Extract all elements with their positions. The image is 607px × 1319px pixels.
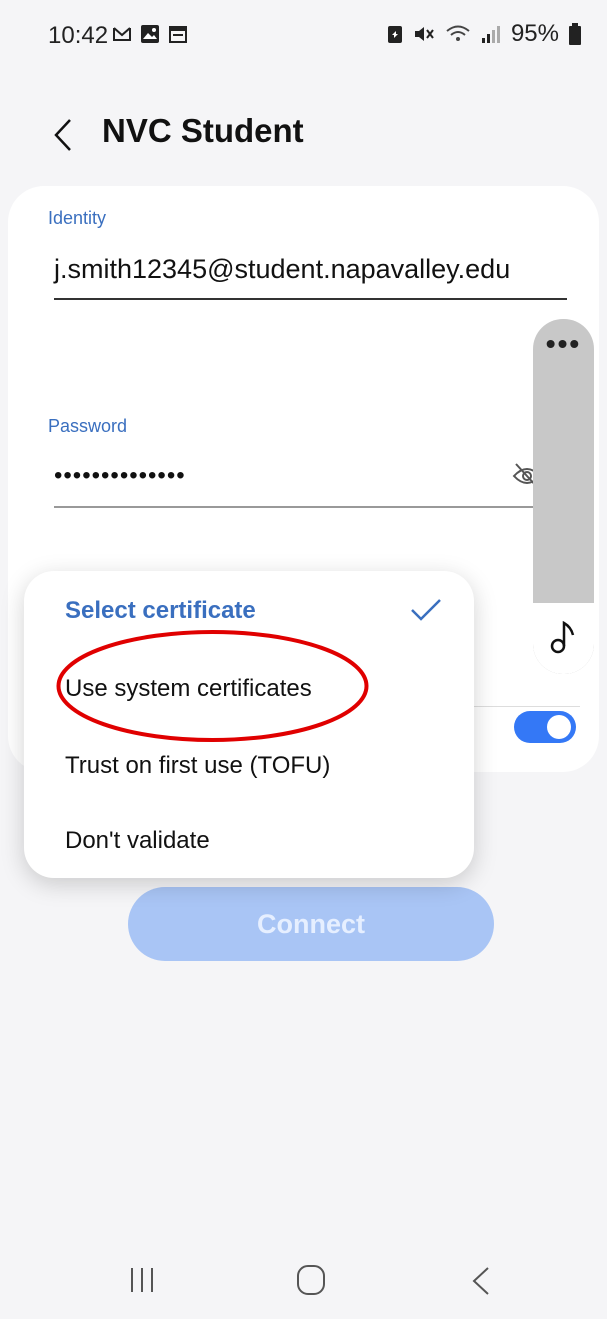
system-icons: 95% xyxy=(387,20,581,48)
status-time: 10:42 xyxy=(48,22,109,49)
signal-icon xyxy=(481,26,500,43)
battery-saver-icon xyxy=(387,26,402,43)
battery-icon xyxy=(569,23,581,45)
home-icon[interactable] xyxy=(296,1264,326,1296)
calendar-icon xyxy=(169,26,187,43)
identity-input[interactable]: j.smith12345@student.napavalley.edu xyxy=(54,254,510,285)
password-label: Password xyxy=(48,416,128,436)
wifi-icon xyxy=(446,25,470,41)
password-input[interactable]: •••••••••••••• xyxy=(54,462,186,490)
status-bar: 10:42 95% xyxy=(0,0,607,80)
toggle-switch[interactable] xyxy=(514,711,576,743)
notification-icons xyxy=(112,24,188,44)
toggle-knob xyxy=(547,715,571,739)
divider xyxy=(474,706,580,707)
back-button[interactable] xyxy=(40,112,86,158)
connect-label: Connect xyxy=(257,908,365,939)
identity-underline xyxy=(54,298,567,300)
identity-label: Identity xyxy=(48,208,107,228)
more-icon[interactable]: ••• xyxy=(533,330,594,358)
battery-percent: 95% xyxy=(510,20,559,47)
mute-icon xyxy=(414,27,434,41)
edge-panel-bottom xyxy=(533,603,594,674)
connect-button[interactable]: Connect xyxy=(128,887,494,961)
edge-panel-handle[interactable]: ••• xyxy=(533,319,594,674)
recent-apps-icon[interactable] xyxy=(128,1266,156,1294)
highlight-annotation xyxy=(56,630,369,742)
page-title: NVC Student xyxy=(102,112,304,149)
option-dont-validate[interactable]: Don't validate xyxy=(65,827,210,855)
check-icon xyxy=(411,599,441,621)
gallery-icon xyxy=(141,25,159,43)
nav-back-icon[interactable] xyxy=(470,1266,492,1296)
music-icon[interactable] xyxy=(549,619,579,655)
back-icon xyxy=(54,119,71,151)
dropdown-title[interactable]: Select certificate xyxy=(65,597,256,625)
gmail-icon xyxy=(113,27,131,41)
option-tofu[interactable]: Trust on first use (TOFU) xyxy=(65,752,330,780)
password-underline xyxy=(54,506,534,508)
